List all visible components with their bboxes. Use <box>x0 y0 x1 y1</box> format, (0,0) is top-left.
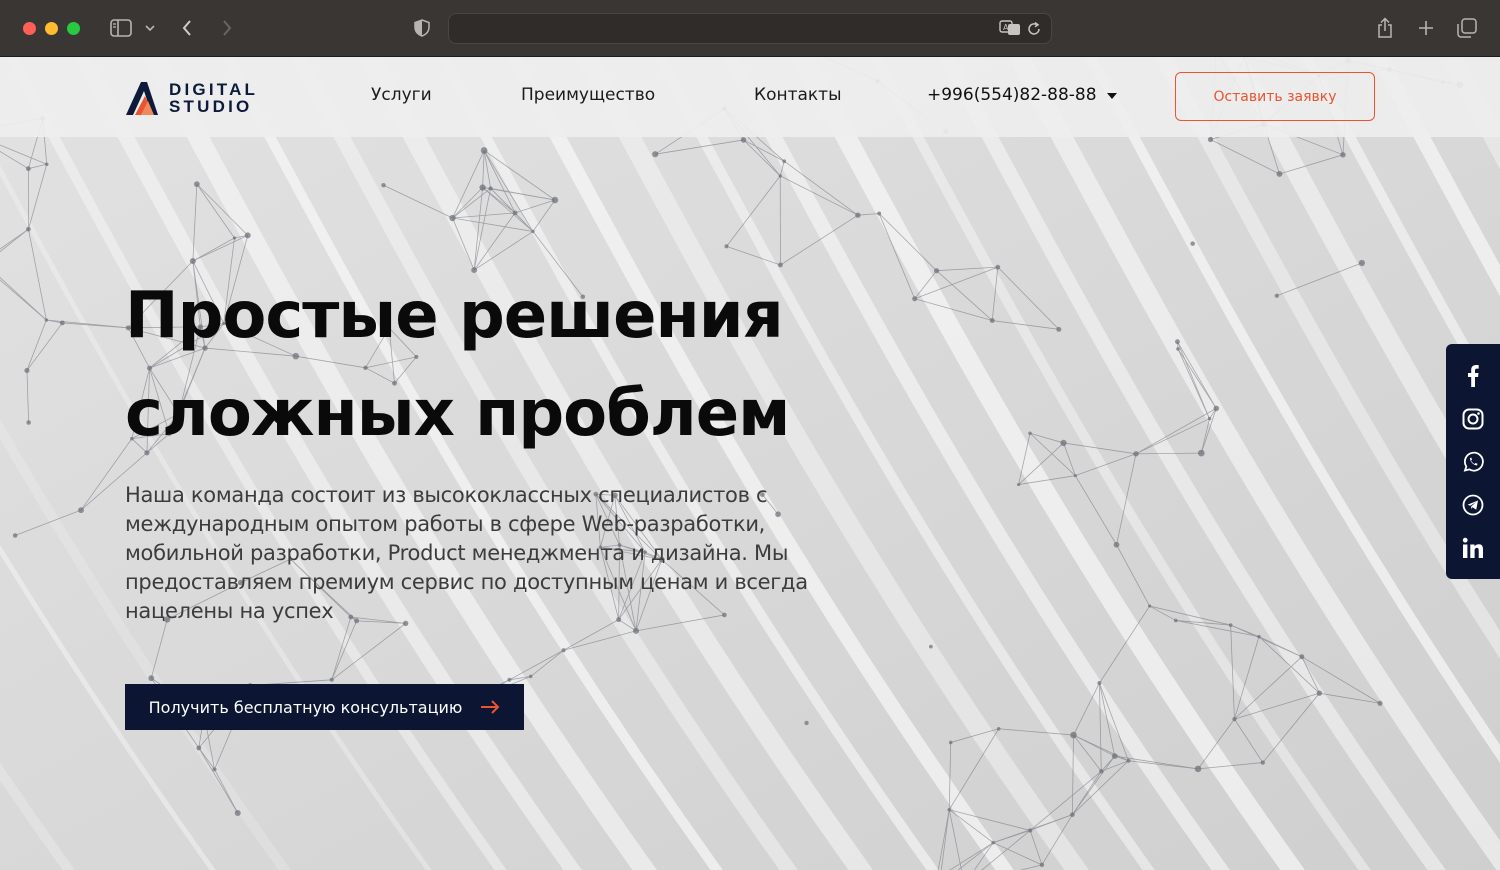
chevron-down-icon[interactable] <box>143 14 157 42</box>
whatsapp-icon[interactable] <box>1461 450 1485 474</box>
logo-line-1: DIGITAL <box>169 80 259 99</box>
telegram-icon[interactable] <box>1461 493 1485 517</box>
sidebar-icon[interactable] <box>108 14 134 42</box>
translate-icon[interactable]: A <box>999 20 1021 40</box>
site-header: DIGITAL STUDIO Услуги Преимущество Конта… <box>0 57 1500 137</box>
hero-title-line-2: сложных проблем <box>125 365 796 463</box>
phone-number: +996(554)82-88-88 <box>927 85 1097 105</box>
minimize-window-button[interactable] <box>45 22 58 35</box>
hero-title-plain: сложных <box>125 377 455 451</box>
digital-studio-logo[interactable]: DIGITAL STUDIO <box>124 79 274 119</box>
linkedin-icon[interactable] <box>1461 536 1485 560</box>
share-icon[interactable] <box>1375 14 1395 42</box>
reload-icon[interactable] <box>1027 21 1041 40</box>
hero-title: Простые решения сложных проблем <box>125 267 796 463</box>
logo-text: DIGITAL STUDIO <box>169 81 258 115</box>
tabs-icon[interactable] <box>1457 14 1477 42</box>
web-page: DIGITAL STUDIO Услуги Преимущество Конта… <box>0 57 1500 870</box>
zoom-window-button[interactable] <box>67 22 80 35</box>
nav-link-advantages[interactable]: Преимущество <box>521 85 655 105</box>
leave-request-button[interactable]: Оставить заявку <box>1175 72 1375 121</box>
browser-toolbar: A <box>0 0 1500 57</box>
hero-background <box>0 57 1500 870</box>
social-sidebar <box>1446 344 1500 579</box>
free-consultation-button[interactable]: Получить бесплатную консультацию <box>125 684 524 730</box>
nav-link-contacts[interactable]: Контакты <box>754 85 842 105</box>
caret-down-icon <box>1106 93 1117 99</box>
facebook-icon[interactable] <box>1461 364 1485 388</box>
back-icon[interactable] <box>178 14 196 42</box>
new-tab-icon[interactable] <box>1416 14 1436 42</box>
hero-description: Наша команда состоит из высококлассных с… <box>125 483 808 623</box>
instagram-icon[interactable] <box>1461 407 1485 431</box>
shield-icon[interactable] <box>412 14 432 42</box>
close-window-button[interactable] <box>23 22 36 35</box>
logo-mark-icon <box>126 82 158 115</box>
hero-title-highlight: проблем <box>471 365 796 463</box>
address-bar[interactable]: A <box>448 13 1052 44</box>
hero-title-line-1: Простые решения <box>125 279 784 353</box>
forward-icon[interactable] <box>218 14 236 42</box>
phone-dropdown[interactable]: +996(554)82-88-88 <box>927 85 1117 105</box>
nav-link-services[interactable]: Услуги <box>371 85 432 105</box>
arrow-right-icon <box>481 700 500 714</box>
free-consultation-label: Получить бесплатную консультацию <box>148 697 463 717</box>
svg-text:A: A <box>1003 23 1009 32</box>
logo-line-2: STUDIO <box>169 97 253 116</box>
